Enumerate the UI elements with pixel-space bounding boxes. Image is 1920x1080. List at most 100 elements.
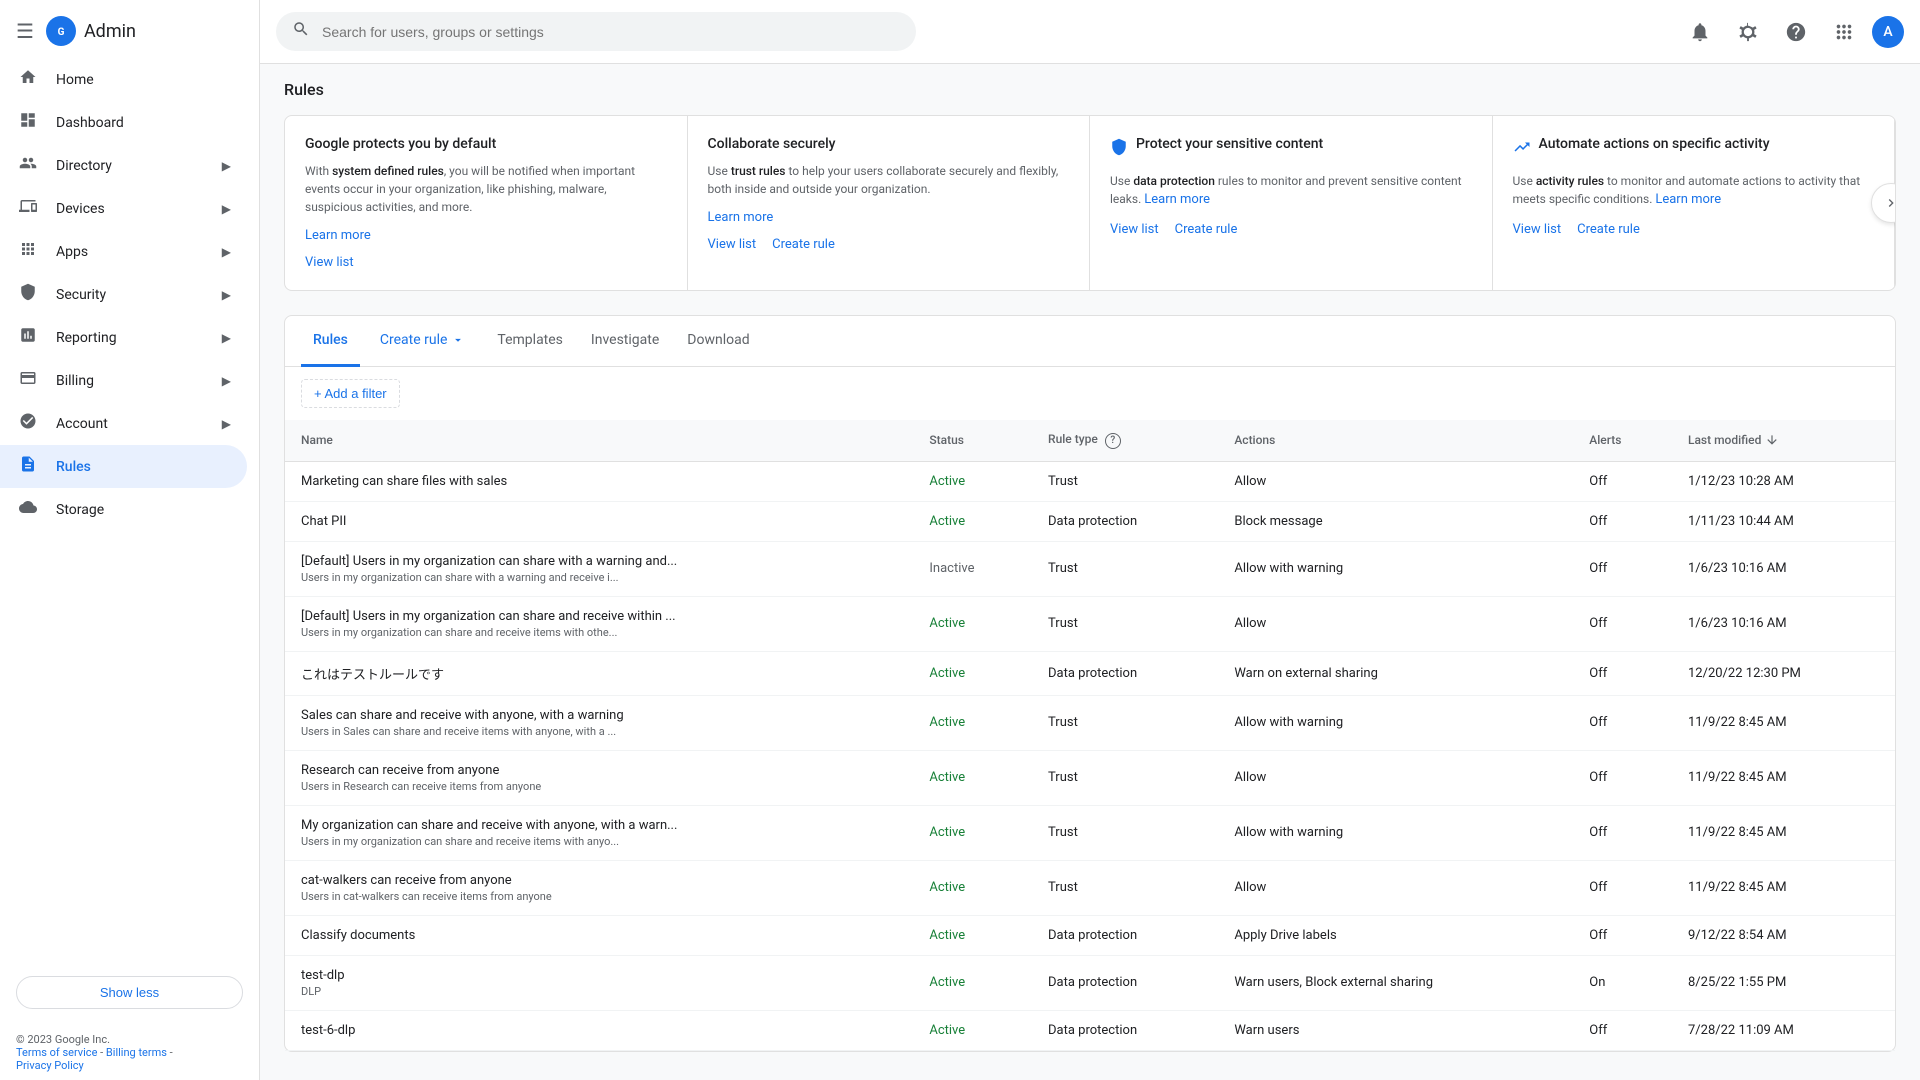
page-title: Rules <box>284 80 1896 99</box>
reporting-icon <box>16 326 40 349</box>
privacy-link[interactable]: Privacy Policy <box>16 1059 84 1072</box>
cell-modified-1: 1/11/23 10:44 AM <box>1672 501 1895 541</box>
tab-create-rule[interactable]: Create rule <box>364 324 482 359</box>
cell-alerts-10: On <box>1573 955 1672 1010</box>
table-row[interactable]: test-6-dlp ActiveData protectionWarn use… <box>285 1010 1895 1050</box>
sidebar-item-account[interactable]: Account ▶ <box>0 402 247 445</box>
card-title-row-sensitive: Protect your sensitive content <box>1110 136 1472 162</box>
devices-icon <box>16 197 40 220</box>
cell-name-8: cat-walkers can receive from anyone User… <box>285 860 913 915</box>
svg-text:G: G <box>58 27 65 38</box>
table-row[interactable]: これはテストルールです ActiveData protectionWarn on… <box>285 651 1895 695</box>
card-title-collaborate: Collaborate securely <box>708 136 1070 152</box>
table-row[interactable]: [Default] Users in my organization can s… <box>285 541 1895 596</box>
apps-button[interactable] <box>1824 12 1864 52</box>
info-card-sensitive: Protect your sensitive content Use data … <box>1090 116 1493 290</box>
cell-status-11: Active <box>913 1010 1032 1050</box>
table-row[interactable]: My organization can share and receive wi… <box>285 805 1895 860</box>
sidebar-item-dashboard[interactable]: Dashboard <box>0 101 247 144</box>
table-header: Name Status Rule type ? Actions <box>285 420 1895 461</box>
learn-more-sensitive-inline[interactable]: Learn more <box>1144 192 1210 207</box>
card-view-list-automate[interactable]: View list <box>1513 222 1562 237</box>
settings-button[interactable] <box>1728 12 1768 52</box>
rule-type-help-icon[interactable]: ? <box>1105 433 1121 449</box>
sidebar-item-devices[interactable]: Devices ▶ <box>0 187 247 230</box>
info-card-system-defined: Google protects you by default With syst… <box>285 116 688 290</box>
cell-status-2: Inactive <box>913 541 1032 596</box>
table-row[interactable]: test-dlp DLP ActiveData protectionWarn u… <box>285 955 1895 1010</box>
table-row[interactable]: [Default] Users in my organization can s… <box>285 596 1895 651</box>
card-view-list-system[interactable]: View list <box>305 255 354 270</box>
shield-icon <box>1110 138 1128 160</box>
cell-modified-4: 12/20/22 12:30 PM <box>1672 651 1895 695</box>
table-row[interactable]: Chat PII ActiveData protectionBlock mess… <box>285 501 1895 541</box>
cell-name-3: [Default] Users in my organization can s… <box>285 596 913 651</box>
table-row[interactable]: cat-walkers can receive from anyone User… <box>285 860 1895 915</box>
sidebar-item-home[interactable]: Home <box>0 58 247 101</box>
cell-type-4: Data protection <box>1032 651 1218 695</box>
table-row[interactable]: Sales can share and receive with anyone,… <box>285 695 1895 750</box>
sidebar-item-account-label: Account <box>56 416 108 432</box>
card-view-list-collaborate[interactable]: View list <box>708 237 757 252</box>
cell-type-8: Trust <box>1032 860 1218 915</box>
cell-status-4: Active <box>913 651 1032 695</box>
th-alerts: Alerts <box>1573 420 1672 461</box>
table-row[interactable]: Research can receive from anyone Users i… <box>285 750 1895 805</box>
search-input[interactable] <box>322 24 900 40</box>
sidebar-item-dashboard-label: Dashboard <box>56 115 124 131</box>
user-avatar[interactable]: A <box>1872 16 1904 48</box>
tab-templates[interactable]: Templates <box>485 316 575 367</box>
learn-more-automate-inline[interactable]: Learn more <box>1655 192 1721 207</box>
th-rule-type: Rule type ? <box>1032 420 1218 461</box>
cell-status-8: Active <box>913 860 1032 915</box>
cell-type-10: Data protection <box>1032 955 1218 1010</box>
card-body-automate: Use activity rules to monitor and automa… <box>1513 172 1875 210</box>
cell-actions-3: Allow <box>1218 596 1573 651</box>
sidebar-header: ☰ G Admin <box>0 8 259 58</box>
admin-logo: G Admin <box>46 16 136 46</box>
sidebar-item-rules[interactable]: Rules <box>0 445 247 488</box>
main-content: A Rules Google protects you by default W… <box>260 0 1920 1080</box>
cell-alerts-1: Off <box>1573 501 1672 541</box>
cell-actions-10: Warn users, Block external sharing <box>1218 955 1573 1010</box>
sidebar-item-apps[interactable]: Apps ▶ <box>0 230 247 273</box>
cell-name-2: [Default] Users in my organization can s… <box>285 541 913 596</box>
tab-download[interactable]: Download <box>675 316 761 367</box>
tab-rules[interactable]: Rules <box>301 316 360 367</box>
card-create-rule-collaborate[interactable]: Create rule <box>772 237 835 252</box>
hamburger-icon[interactable]: ☰ <box>16 19 34 43</box>
card-body-collaborate: Use trust rules to help your users colla… <box>708 162 1070 198</box>
card-title-row-automate: Automate actions on specific activity <box>1513 136 1875 162</box>
apps-icon <box>16 240 40 263</box>
notifications-button[interactable] <box>1680 12 1720 52</box>
billing-terms-link[interactable]: Billing terms <box>106 1046 167 1059</box>
sidebar-item-storage[interactable]: Storage <box>0 488 247 531</box>
cell-status-9: Active <box>913 915 1032 955</box>
th-last-modified[interactable]: Last modified <box>1672 420 1895 461</box>
help-button[interactable] <box>1776 12 1816 52</box>
card-learn-more-collaborate[interactable]: Learn more <box>708 210 774 225</box>
sidebar-item-billing[interactable]: Billing ▶ <box>0 359 247 402</box>
sidebar-item-directory[interactable]: Directory ▶ <box>0 144 247 187</box>
show-less-button[interactable]: Show less <box>16 976 243 1009</box>
add-filter-button[interactable]: + Add a filter <box>301 379 400 408</box>
tab-investigate[interactable]: Investigate <box>579 316 671 367</box>
table-row[interactable]: Marketing can share files with sales Act… <box>285 461 1895 501</box>
expand-directory-icon: ▶ <box>222 159 231 173</box>
sidebar-item-home-label: Home <box>56 72 94 88</box>
table-row[interactable]: Classify documents ActiveData protection… <box>285 915 1895 955</box>
terms-link[interactable]: Terms of service <box>16 1046 97 1059</box>
cell-name-10: test-dlp DLP <box>285 955 913 1010</box>
cell-alerts-11: Off <box>1573 1010 1672 1050</box>
sidebar-item-billing-label: Billing <box>56 373 94 389</box>
sidebar-item-reporting[interactable]: Reporting ▶ <box>0 316 247 359</box>
card-view-list-sensitive[interactable]: View list <box>1110 222 1159 237</box>
cell-alerts-4: Off <box>1573 651 1672 695</box>
card-create-rule-automate[interactable]: Create rule <box>1577 222 1640 237</box>
card-body-system-defined: With system defined rules, you will be n… <box>305 162 667 216</box>
card-create-rule-sensitive[interactable]: Create rule <box>1175 222 1238 237</box>
sidebar-item-security[interactable]: Security ▶ <box>0 273 247 316</box>
card-body-sensitive: Use data protection rules to monitor and… <box>1110 172 1472 210</box>
card-learn-more-system[interactable]: Learn more <box>305 228 371 243</box>
cell-type-11: Data protection <box>1032 1010 1218 1050</box>
